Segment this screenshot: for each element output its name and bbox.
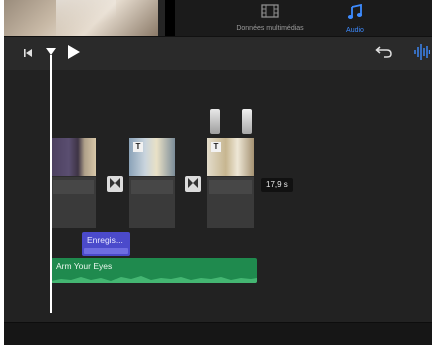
clip-duration-label: 17,9 s	[261, 178, 293, 192]
skip-to-start-icon	[23, 45, 33, 63]
title-text-icon: T	[133, 142, 143, 152]
panel-divider	[165, 0, 175, 36]
bottom-bar	[4, 322, 432, 345]
cutaway-clip[interactable]	[242, 109, 252, 134]
undo-button[interactable]	[372, 37, 396, 71]
voiceover-clip[interactable]: Enregis...	[82, 232, 130, 256]
music-clip[interactable]: Arm Your Eyes	[51, 258, 257, 283]
play-button[interactable]	[62, 37, 86, 71]
play-icon	[67, 44, 81, 65]
tab-audio[interactable]: Audio	[335, 0, 375, 36]
video-clip[interactable]: T	[207, 138, 254, 228]
transition-icon	[110, 175, 120, 193]
title-text-icon: T	[211, 142, 221, 152]
transition-button[interactable]	[185, 176, 201, 192]
skip-to-start-button[interactable]	[18, 37, 38, 71]
clip-thumbnail: T	[207, 138, 254, 176]
audio-waveform-button[interactable]	[412, 37, 432, 71]
film-icon	[230, 4, 310, 23]
transition-button[interactable]	[107, 176, 123, 192]
clip-audio-strip	[129, 176, 175, 228]
video-preview	[4, 0, 158, 36]
clip-thumbnail: T	[129, 138, 175, 176]
undo-icon	[375, 45, 393, 64]
video-clip[interactable]: T	[129, 138, 175, 228]
timeline-toolbar	[4, 36, 432, 71]
media-tab-bar: Données multimédias Audio	[175, 0, 432, 36]
cutaway-clip[interactable]	[210, 109, 220, 134]
playhead[interactable]	[50, 55, 52, 313]
playhead-handle[interactable]	[46, 48, 56, 55]
clip-audio-strip	[51, 176, 96, 228]
tab-audio-label: Audio	[346, 27, 364, 34]
voiceover-label: Enregis...	[87, 235, 123, 245]
music-note-icon	[335, 3, 375, 25]
voiceover-waveform	[84, 248, 128, 254]
music-label: Arm Your Eyes	[56, 261, 113, 271]
tab-media-label: Données multimédias	[236, 25, 304, 32]
video-clip[interactable]	[51, 138, 96, 228]
tab-media[interactable]: Données multimédias	[230, 0, 310, 36]
clip-audio-strip	[207, 176, 254, 228]
audio-waveform-icon	[414, 43, 431, 66]
clip-thumbnail	[51, 138, 96, 176]
transition-icon	[188, 175, 198, 193]
imovie-editor: Données multimédias Audio T T 17,9 s Enr…	[4, 0, 432, 345]
music-waveform	[51, 276, 257, 283]
